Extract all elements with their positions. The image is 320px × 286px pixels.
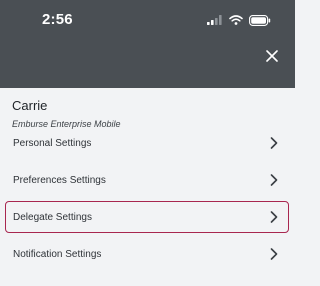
- close-icon: [266, 50, 278, 62]
- close-button[interactable]: [261, 45, 283, 67]
- wifi-icon: [229, 15, 243, 25]
- menu-item-label: Notification Settings: [13, 248, 102, 260]
- menu-item-preferences-settings[interactable]: Preferences Settings: [5, 164, 289, 196]
- status-time: 2:56: [42, 11, 73, 28]
- menu-item-label: Preferences Settings: [13, 174, 106, 186]
- user-name: Carrie: [12, 98, 48, 113]
- chevron-right-icon: [270, 137, 278, 149]
- menu-item-notification-settings[interactable]: Notification Settings: [5, 238, 289, 270]
- menu-item-label: Personal Settings: [13, 137, 92, 149]
- chevron-right-icon: [270, 211, 278, 223]
- user-info: Carrie Emburse Enterprise Mobile: [12, 98, 282, 129]
- chevron-right-icon: [270, 174, 278, 186]
- menu-item-delegate-settings[interactable]: Delegate Settings: [5, 201, 289, 233]
- status-icons: [207, 13, 271, 27]
- settings-menu: Personal Settings Preferences Settings D…: [5, 127, 289, 275]
- menu-item-personal-settings[interactable]: Personal Settings: [5, 127, 289, 159]
- battery-icon: [249, 14, 271, 26]
- signal-icon: [207, 15, 222, 25]
- chevron-right-icon: [270, 248, 278, 260]
- app-header: 2:56: [0, 0, 295, 88]
- menu-item-label: Delegate Settings: [13, 211, 92, 223]
